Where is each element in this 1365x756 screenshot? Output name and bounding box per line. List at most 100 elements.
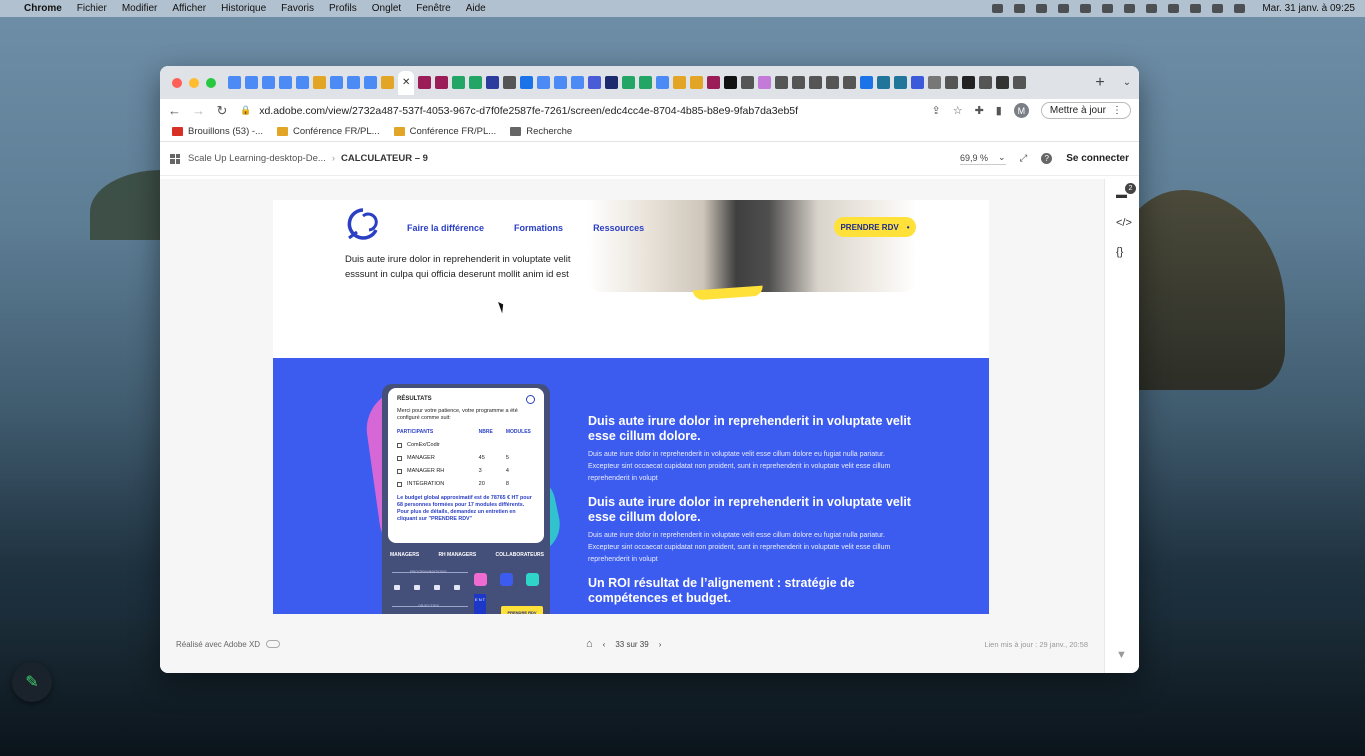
tab-favicon[interactable] xyxy=(262,76,275,89)
tab-favicon[interactable] xyxy=(330,76,343,89)
tab-favicon[interactable] xyxy=(877,76,891,89)
time-machine-icon[interactable] xyxy=(1168,4,1180,13)
tab-favicon[interactable] xyxy=(792,76,806,89)
extensions-icon[interactable]: ✚ xyxy=(975,104,984,117)
tab-favicon[interactable] xyxy=(554,76,568,89)
cube-icon[interactable] xyxy=(434,585,440,590)
account-icon[interactable] xyxy=(1146,4,1158,13)
gear-icon[interactable] xyxy=(454,585,460,590)
menu-app-name[interactable]: Chrome xyxy=(24,3,62,14)
tab-favicon[interactable] xyxy=(1013,76,1027,89)
previous-chevron-icon[interactable]: ‹ xyxy=(603,640,606,649)
pencil-edit-icon[interactable]: ✎ xyxy=(12,662,52,702)
tab-favicon[interactable] xyxy=(228,76,241,89)
tab-favicon[interactable] xyxy=(571,76,585,89)
tab-favicon[interactable] xyxy=(741,76,755,89)
active-tab-close-icon[interactable]: ✕ xyxy=(398,70,415,95)
tab-favicon[interactable] xyxy=(537,76,551,89)
side-panel-icon[interactable]: ▮ xyxy=(996,104,1002,117)
menu-modifier[interactable]: Modifier xyxy=(122,3,158,14)
redo-icon[interactable] xyxy=(526,573,539,586)
tab-collaborateurs[interactable]: COLLABORATEURS xyxy=(495,552,544,558)
update-button[interactable]: Mettre à jour ⋮ xyxy=(1040,102,1131,119)
home-icon[interactable]: ⌂ xyxy=(586,638,593,650)
bookmark-gmail[interactable]: Brouillons (53) -... xyxy=(172,126,263,137)
checkbox[interactable] xyxy=(397,468,402,474)
tab-favicon[interactable] xyxy=(296,76,309,89)
minimize-window-button[interactable] xyxy=(189,77,199,88)
address-bar[interactable]: 🔒 xd.adobe.com/view/2732a487-537f-4053-9… xyxy=(240,105,919,117)
tab-favicon[interactable] xyxy=(435,76,449,89)
zoom-window-button[interactable] xyxy=(206,77,216,88)
tab-favicon[interactable] xyxy=(364,76,377,89)
checkbox[interactable] xyxy=(397,442,402,448)
tab-favicon[interactable] xyxy=(469,76,483,89)
tab-rh-managers[interactable]: RH MANAGERS xyxy=(438,552,476,558)
back-arrow-icon[interactable]: ← xyxy=(168,103,181,118)
next-chevron-icon[interactable]: › xyxy=(659,640,662,649)
tab-favicon[interactable] xyxy=(520,76,534,89)
zoom-select[interactable]: 69,9 % ⌄ xyxy=(960,152,1006,165)
tab-favicon[interactable] xyxy=(962,76,976,89)
tab-favicon[interactable] xyxy=(996,76,1010,89)
tab-favicon[interactable] xyxy=(486,76,500,89)
menu-aide[interactable]: Aide xyxy=(466,3,486,14)
tab-favicon[interactable] xyxy=(673,76,687,89)
tab-favicon[interactable] xyxy=(911,76,925,89)
checkbox[interactable] xyxy=(397,455,402,461)
bookmark-conference-2[interactable]: Conférence FR/PL... xyxy=(393,126,496,137)
adobe-icon[interactable] xyxy=(1102,4,1114,13)
people-icon[interactable] xyxy=(414,585,420,590)
tab-favicon[interactable] xyxy=(347,76,360,89)
reload-icon[interactable]: ↻ xyxy=(216,103,228,119)
menu-clock[interactable]: Mar. 31 janv. à 09:25 xyxy=(1262,3,1355,14)
menu-favoris[interactable]: Favoris xyxy=(281,3,314,14)
menu-fichier[interactable]: Fichier xyxy=(77,3,107,14)
lock-icon[interactable]: 🔒 xyxy=(240,105,251,116)
siri-icon[interactable] xyxy=(1234,4,1246,13)
tab-favicon[interactable] xyxy=(860,76,874,89)
tab-managers[interactable]: MANAGERS xyxy=(390,552,419,558)
prendre-rdv-button[interactable]: PRENDRE RDV • xyxy=(834,217,916,237)
play-icon[interactable] xyxy=(1014,4,1026,13)
tab-favicon[interactable] xyxy=(313,76,326,89)
user-icon[interactable] xyxy=(992,4,1004,13)
tab-search-chevron-icon[interactable]: ⌄ xyxy=(1115,77,1139,88)
specs-braces-icon[interactable]: {} xyxy=(1116,246,1123,258)
grid-view-icon[interactable] xyxy=(170,153,180,164)
menu-historique[interactable]: Historique xyxy=(221,3,266,14)
tab-favicon[interactable] xyxy=(622,76,636,89)
tab-favicon[interactable] xyxy=(418,76,432,89)
tab-favicon[interactable] xyxy=(245,76,258,89)
new-tab-button[interactable]: + xyxy=(1085,74,1115,92)
power-icon[interactable] xyxy=(474,573,487,586)
funnel-icon[interactable]: ▼ xyxy=(1116,649,1127,661)
sign-in-button[interactable]: Se connecter xyxy=(1066,153,1129,164)
nav-ressources[interactable]: Ressources xyxy=(593,223,644,233)
tab-favicon[interactable] xyxy=(843,76,857,89)
search-icon[interactable] xyxy=(1190,4,1202,13)
fullscreen-icon[interactable]: ⤢ xyxy=(1020,153,1028,164)
tab-favicon[interactable] xyxy=(639,76,653,89)
monitor-icon[interactable] xyxy=(394,585,400,590)
tab-favicon[interactable] xyxy=(656,76,670,89)
menu-onglet[interactable]: Onglet xyxy=(372,3,401,14)
tab-favicon[interactable] xyxy=(279,76,292,89)
help-icon[interactable]: ? xyxy=(1041,153,1053,164)
tab-favicon[interactable] xyxy=(894,76,908,89)
tab-favicon[interactable] xyxy=(605,76,619,89)
menu-profils[interactable]: Profils xyxy=(329,3,357,14)
menu-afficher[interactable]: Afficher xyxy=(172,3,206,14)
tab-favicon[interactable] xyxy=(724,76,738,89)
tab-favicon[interactable] xyxy=(979,76,993,89)
profile-avatar[interactable]: M xyxy=(1013,103,1029,118)
tab-favicon[interactable] xyxy=(588,76,602,89)
battery-icon[interactable] xyxy=(1080,4,1092,13)
breadcrumb-project[interactable]: Scale Up Learning-desktop-De... xyxy=(188,153,326,164)
share-icon[interactable]: ⇪ xyxy=(931,104,940,117)
headphones-icon[interactable] xyxy=(1036,4,1048,13)
code-icon[interactable]: </> xyxy=(1116,217,1132,229)
menu-fenetre[interactable]: Fenêtre xyxy=(416,3,450,14)
tab-favicon[interactable] xyxy=(775,76,789,89)
bookmark-star-icon[interactable]: ☆ xyxy=(953,104,963,117)
